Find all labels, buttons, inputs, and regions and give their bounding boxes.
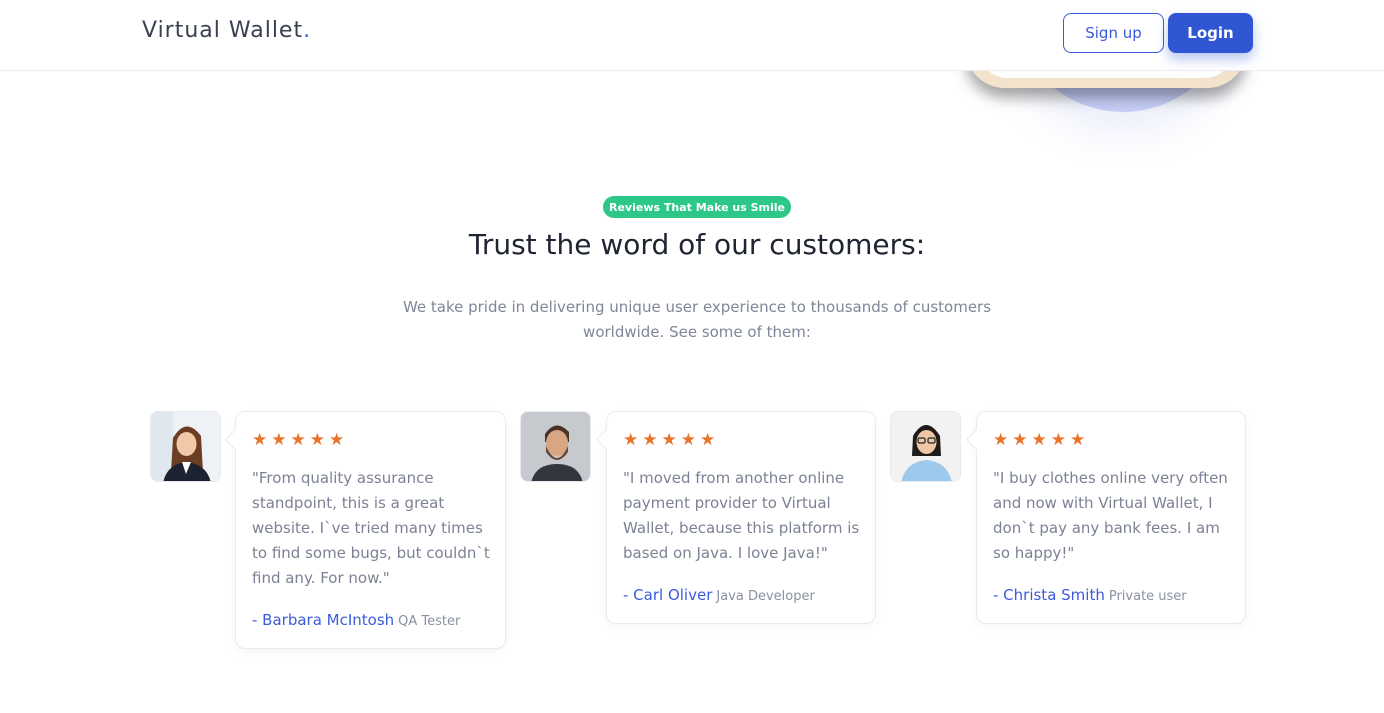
review-card: ★★★★★ "From quality assurance standpoint… (235, 411, 506, 649)
section-badge: Reviews That Make us Smile (603, 196, 791, 218)
reviewer-name: - Christa Smith (993, 586, 1105, 604)
reviewer-role: QA Tester (398, 614, 461, 629)
reviewer-name: - Barbara McIntosh (252, 611, 395, 629)
reviewer-avatar (890, 411, 961, 482)
reviewer-info: - Carl Oliver Java Developer (623, 586, 815, 604)
review-quote: "I buy clothes online very often and now… (993, 469, 1228, 562)
woman-portrait-icon (891, 412, 960, 481)
section-title: Trust the word of our customers: (468, 228, 926, 261)
reviewer-role: Private user (1108, 589, 1187, 604)
review-quote: "I moved from another online payment pro… (623, 469, 860, 562)
section-subtitle: We take pride in delivering unique user … (400, 295, 994, 345)
rating-stars: ★★★★★ (623, 430, 720, 450)
navbar: Virtual Wallet. Sign up Login (0, 0, 1384, 71)
login-button[interactable]: Login (1168, 13, 1253, 53)
review-card: ★★★★★ "I buy clothes online very often a… (976, 411, 1246, 624)
subtitle-line: worldwide. See some of them: (583, 323, 811, 341)
reviewer-info: - Barbara McIntosh QA Tester (252, 611, 460, 629)
reviewer-info: - Christa Smith Private user (993, 586, 1187, 604)
reviewer-avatar (520, 411, 591, 482)
review-card: ★★★★★ "I moved from another online payme… (606, 411, 876, 624)
rating-stars: ★★★★★ (993, 430, 1090, 450)
review-quote: "From quality assurance standpoint, this… (252, 469, 490, 587)
reviewer-avatar (150, 411, 221, 482)
woman-portrait-icon (151, 412, 220, 481)
reviewer-name: - Carl Oliver (623, 586, 713, 604)
brand-text: Virtual Wallet (142, 18, 304, 43)
signup-button[interactable]: Sign up (1063, 13, 1164, 53)
reviewer-role: Java Developer (716, 589, 815, 604)
subtitle-line: We take pride in delivering unique user … (402, 298, 992, 316)
brand-dot: . (303, 18, 312, 43)
rating-stars: ★★★★★ (252, 430, 349, 450)
man-portrait-icon (521, 412, 590, 481)
brand-logo[interactable]: Virtual Wallet. (142, 18, 311, 43)
